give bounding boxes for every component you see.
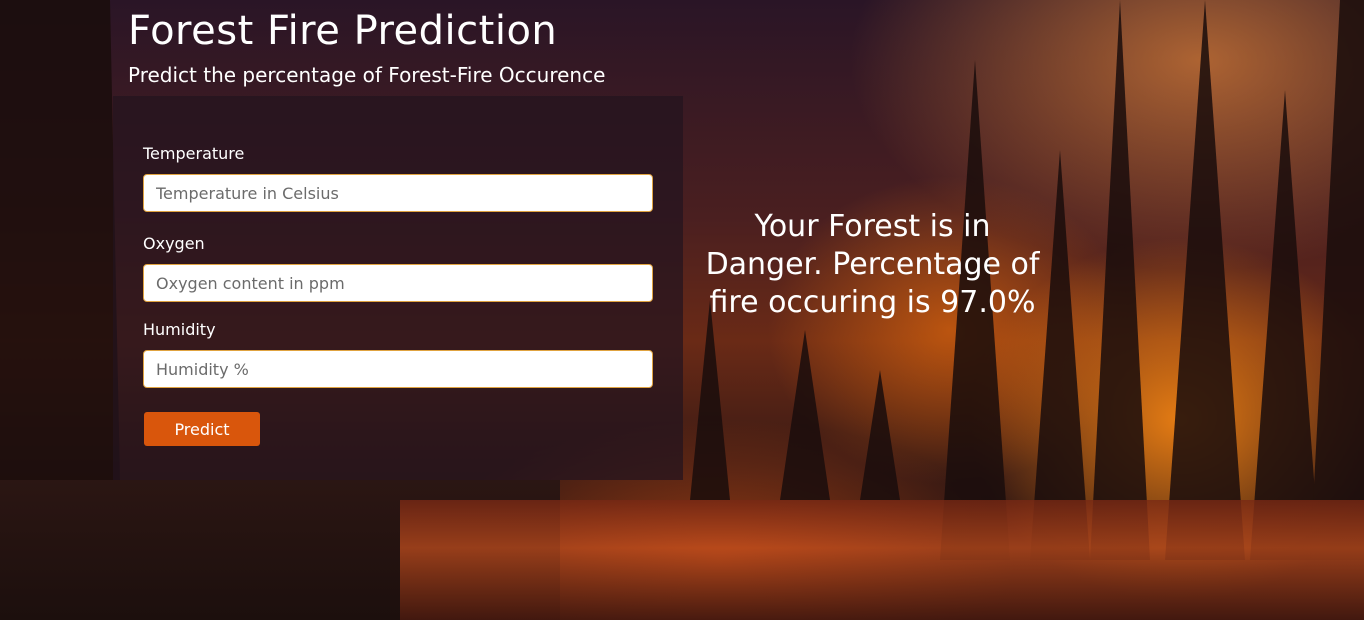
humidity-input[interactable] [143, 350, 653, 388]
river [400, 500, 1364, 620]
prediction-result: Your Forest is in Danger. Percentage of … [705, 209, 1040, 320]
temperature-label: Temperature [143, 144, 245, 163]
prediction-form: Temperature Oxygen Humidity Predict [113, 96, 683, 480]
oxygen-label: Oxygen [143, 234, 205, 253]
page-subtitle: Predict the percentage of Forest-Fire Oc… [128, 63, 606, 87]
temperature-input[interactable] [143, 174, 653, 212]
oxygen-input[interactable] [143, 264, 653, 302]
predict-button[interactable]: Predict [144, 412, 260, 446]
page-title: Forest Fire Prediction [128, 8, 558, 54]
humidity-label: Humidity [143, 320, 216, 339]
